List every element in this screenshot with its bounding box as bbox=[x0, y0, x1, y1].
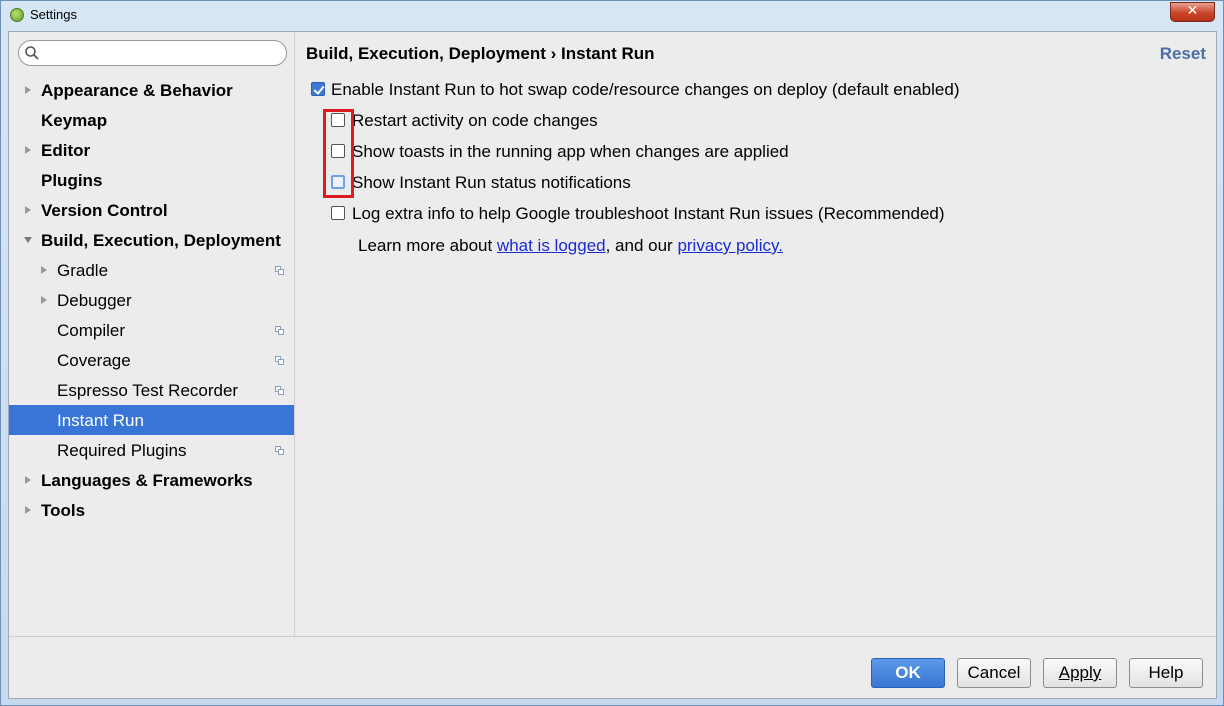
settings-sidebar: Appearance & Behavior Keymap Editor Plug… bbox=[9, 32, 295, 636]
sidebar-item-label: Instant Run bbox=[57, 411, 144, 430]
breadcrumb: Build, Execution, Deployment › Instant R… bbox=[306, 44, 655, 63]
option-label: Enable Instant Run to hot swap code/reso… bbox=[331, 80, 960, 99]
help-button[interactable]: Help bbox=[1129, 658, 1203, 688]
project-settings-icon bbox=[275, 386, 284, 395]
expand-arrow-icon[interactable] bbox=[25, 86, 31, 94]
sidebar-item-plugins[interactable]: Plugins bbox=[9, 165, 294, 195]
sidebar-item-label: Editor bbox=[41, 141, 91, 160]
option-label: Restart activity on code changes bbox=[352, 111, 598, 130]
expand-arrow-icon[interactable] bbox=[25, 476, 31, 484]
sidebar-item-label: Build, Execution, Deployment bbox=[41, 231, 281, 250]
collapse-arrow-icon[interactable] bbox=[24, 237, 32, 243]
reset-link[interactable]: Reset bbox=[1160, 44, 1206, 64]
instant-run-panel: Build, Execution, Deployment › Instant R… bbox=[296, 32, 1216, 636]
project-settings-icon bbox=[275, 326, 284, 335]
sidebar-item-editor[interactable]: Editor bbox=[9, 135, 294, 165]
sidebar-item-label: Version Control bbox=[41, 201, 168, 220]
option-label: Show toasts in the running app when chan… bbox=[352, 142, 789, 161]
sidebar-item-debugger[interactable]: Debugger bbox=[9, 285, 294, 315]
project-settings-icon bbox=[275, 446, 284, 455]
learn-more-middle: , and our bbox=[605, 236, 678, 255]
what-is-logged-link[interactable]: what is logged bbox=[497, 236, 606, 255]
privacy-policy-link[interactable]: privacy policy. bbox=[677, 236, 783, 255]
sidebar-item-label: Debugger bbox=[57, 291, 132, 310]
sidebar-item-coverage[interactable]: Coverage bbox=[9, 345, 294, 375]
enable-instant-run-checkbox[interactable] bbox=[311, 82, 325, 96]
window-title: Settings bbox=[30, 7, 77, 22]
sidebar-item-label: Espresso Test Recorder bbox=[57, 381, 239, 400]
sidebar-item-required-plugins[interactable]: Required Plugins bbox=[9, 435, 294, 465]
settings-window: Settings ✕ Appearance & Behavior Keymap bbox=[0, 0, 1224, 706]
dialog-body: Appearance & Behavior Keymap Editor Plug… bbox=[8, 31, 1217, 699]
apply-button-label: Apply bbox=[1058, 663, 1102, 682]
sidebar-item-keymap[interactable]: Keymap bbox=[9, 105, 294, 135]
expand-arrow-icon[interactable] bbox=[41, 266, 47, 274]
sidebar-item-label: Plugins bbox=[41, 171, 103, 190]
sidebar-item-label: Compiler bbox=[57, 321, 126, 340]
sidebar-item-appearance-behavior[interactable]: Appearance & Behavior bbox=[9, 75, 294, 105]
learn-more-text: Learn more about what is logged, and our… bbox=[358, 236, 783, 256]
close-button[interactable]: ✕ bbox=[1170, 2, 1215, 22]
sidebar-item-label: Coverage bbox=[57, 351, 131, 370]
learn-more-prefix: Learn more about bbox=[358, 236, 497, 255]
sidebar-item-languages-frameworks[interactable]: Languages & Frameworks bbox=[9, 465, 294, 495]
footer-divider bbox=[9, 636, 1216, 637]
sidebar-item-compiler[interactable]: Compiler bbox=[9, 315, 294, 345]
project-settings-icon bbox=[275, 356, 284, 365]
apply-button[interactable]: Apply bbox=[1043, 658, 1117, 688]
annotation-highlight-box bbox=[323, 109, 354, 198]
search-icon bbox=[25, 46, 39, 60]
sidebar-item-label: Required Plugins bbox=[57, 441, 187, 460]
sidebar-item-version-control[interactable]: Version Control bbox=[9, 195, 294, 225]
sidebar-item-label: Languages & Frameworks bbox=[41, 471, 253, 490]
sidebar-item-label: Gradle bbox=[57, 261, 109, 280]
search-field[interactable] bbox=[18, 40, 287, 66]
expand-arrow-icon[interactable] bbox=[25, 206, 31, 214]
expand-arrow-icon[interactable] bbox=[41, 296, 47, 304]
option-label: Log extra info to help Google troublesho… bbox=[352, 204, 945, 223]
sidebar-item-build-execution-deployment[interactable]: Build, Execution, Deployment bbox=[9, 225, 294, 255]
option-label: Show Instant Run status notifications bbox=[352, 173, 631, 192]
project-settings-icon bbox=[275, 266, 284, 275]
sidebar-item-espresso-test-recorder[interactable]: Espresso Test Recorder bbox=[9, 375, 294, 405]
cancel-button[interactable]: Cancel bbox=[957, 658, 1031, 688]
expand-arrow-icon[interactable] bbox=[25, 146, 31, 154]
sidebar-item-label: Tools bbox=[41, 501, 86, 520]
ok-button[interactable]: OK bbox=[871, 658, 945, 688]
sidebar-item-gradle[interactable]: Gradle bbox=[9, 255, 294, 285]
sidebar-item-label: Appearance & Behavior bbox=[41, 81, 233, 100]
sidebar-item-tools[interactable]: Tools bbox=[9, 495, 294, 525]
sidebar-item-label: Keymap bbox=[41, 111, 108, 130]
sidebar-item-instant-run[interactable]: Instant Run bbox=[9, 405, 294, 435]
expand-arrow-icon[interactable] bbox=[25, 506, 31, 514]
search-input[interactable] bbox=[43, 44, 282, 64]
title-bar[interactable]: Settings ✕ bbox=[1, 1, 1223, 31]
android-studio-icon bbox=[10, 8, 24, 22]
log-extra-info-checkbox[interactable] bbox=[331, 206, 345, 220]
